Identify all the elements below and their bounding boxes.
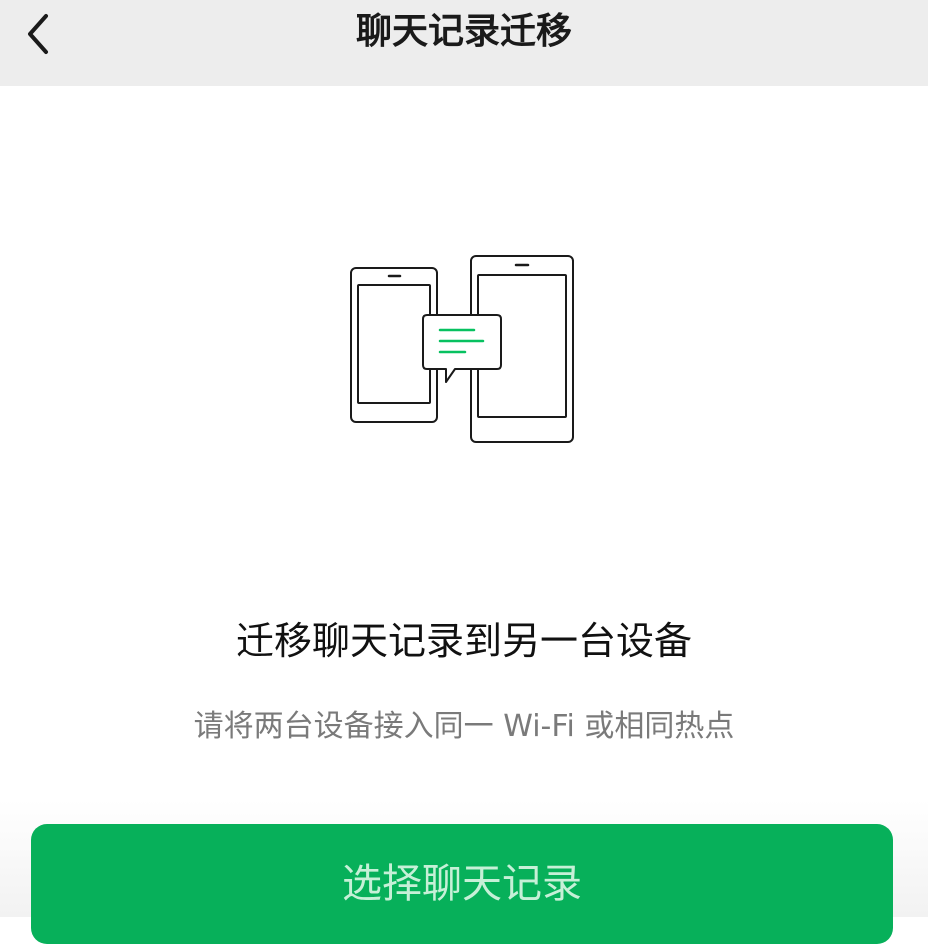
nav-bar: 聊天记录迁移 [0,0,928,86]
select-chat-history-label: 选择聊天记录 [342,861,582,907]
page-title: 聊天记录迁移 [355,11,572,52]
select-chat-history-button[interactable]: 选择聊天记录 [31,824,893,944]
migration-heading: 迁移聊天记录到另一台设备 [235,619,692,663]
devices-transfer-icon [340,248,590,448]
wifi-instruction: 请将两台设备接入同一 Wi-Fi 或相同热点 [193,709,735,744]
